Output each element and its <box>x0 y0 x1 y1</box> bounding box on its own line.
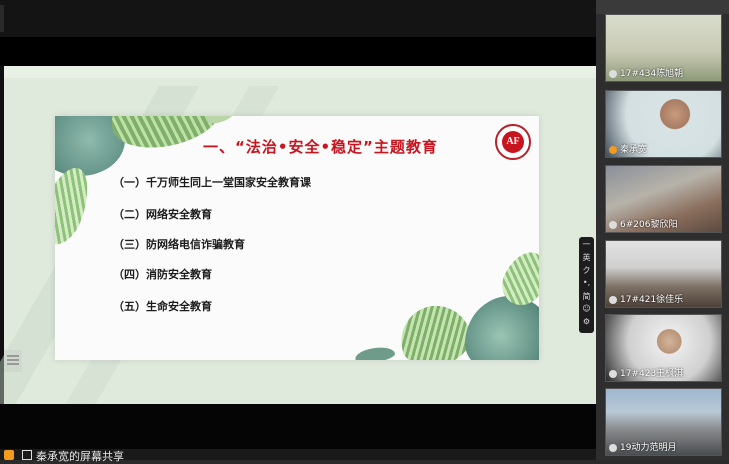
participant-video-tile[interactable]: 6#206黎欣阳 <box>605 165 722 233</box>
participant-video-tile[interactable]: 17#423王枫淇 <box>605 314 722 382</box>
logo-mark: AF <box>502 131 524 153</box>
participant-video-tile[interactable]: 17#434陈旭朝 <box>605 14 722 82</box>
participant-video-tile[interactable]: 17#421徐佳乐 <box>605 240 722 308</box>
window-icon[interactable] <box>22 450 32 460</box>
screen-share-label: 秦承宽的屏幕共享 <box>36 450 124 463</box>
participant-video-tile-active[interactable]: 秦承宽 <box>605 90 722 158</box>
slide-item: （一）千万师生同上一堂国家安全教育课 <box>113 176 311 189</box>
shared-screen-area: 一、“法治•安全•稳定”主题教育 AF （一）千万师生同上一堂国家安全教育课 （… <box>0 0 596 463</box>
leaf-decoration <box>354 345 396 360</box>
participant-name: 17#423王枫淇 <box>620 369 684 379</box>
participant-name: 17#421徐佳乐 <box>620 295 684 305</box>
top-black-bar <box>0 0 596 37</box>
menu-icon <box>7 355 19 357</box>
participant-name: 6#206黎欣阳 <box>620 220 678 230</box>
ime-toolbar[interactable]: 一 英 ク •, 简 ☺ ⚙ <box>579 237 594 333</box>
participant-name: 17#434陈旭朝 <box>620 69 684 79</box>
ime-moon-icon[interactable]: ク <box>579 265 594 276</box>
participant-panel: 17#434陈旭朝 秦承宽 6#206黎欣阳 17#421徐佳乐 17#423王… <box>596 0 729 460</box>
ime-lang-toggle[interactable]: 英 <box>579 252 594 263</box>
slide-item: （三）防网络电信诈骗教育 <box>113 238 245 251</box>
leaf-decoration <box>465 296 539 360</box>
ime-handle[interactable]: 一 <box>579 239 594 250</box>
slide-item: （五）生命安全教育 <box>113 300 212 313</box>
leaf-decoration <box>393 297 477 360</box>
ime-settings-icon[interactable]: ⚙ <box>579 317 594 326</box>
school-logo-icon: AF <box>495 124 531 160</box>
letterbox-top <box>0 37 596 66</box>
letterbox-bottom <box>0 404 596 450</box>
participant-name: 秦承宽 <box>620 145 648 155</box>
share-screen-icon <box>4 450 14 460</box>
participant-name: 19动力范明月 <box>620 443 677 453</box>
side-handle[interactable] <box>4 350 22 372</box>
ime-emoji-icon[interactable]: ☺ <box>579 304 594 313</box>
presentation-slide: 一、“法治•安全•稳定”主题教育 AF （一）千万师生同上一堂国家安全教育课 （… <box>55 116 539 360</box>
participant-video-tile[interactable]: 19动力范明月 <box>605 388 722 456</box>
slide-item: （二）网络安全教育 <box>113 208 212 221</box>
screen-share-status-bar: 秦承宽的屏幕共享 <box>0 449 596 463</box>
leaf-decoration <box>55 161 98 251</box>
slide-title: 一、“法治•安全•稳定”主题教育 <box>203 138 438 156</box>
slide-item: （四）消防安全教育 <box>113 268 212 281</box>
ime-punctuation-toggle[interactable]: •, <box>579 278 594 287</box>
panel-top-strip <box>596 0 729 14</box>
ime-simplified-toggle[interactable]: 简 <box>579 291 594 302</box>
